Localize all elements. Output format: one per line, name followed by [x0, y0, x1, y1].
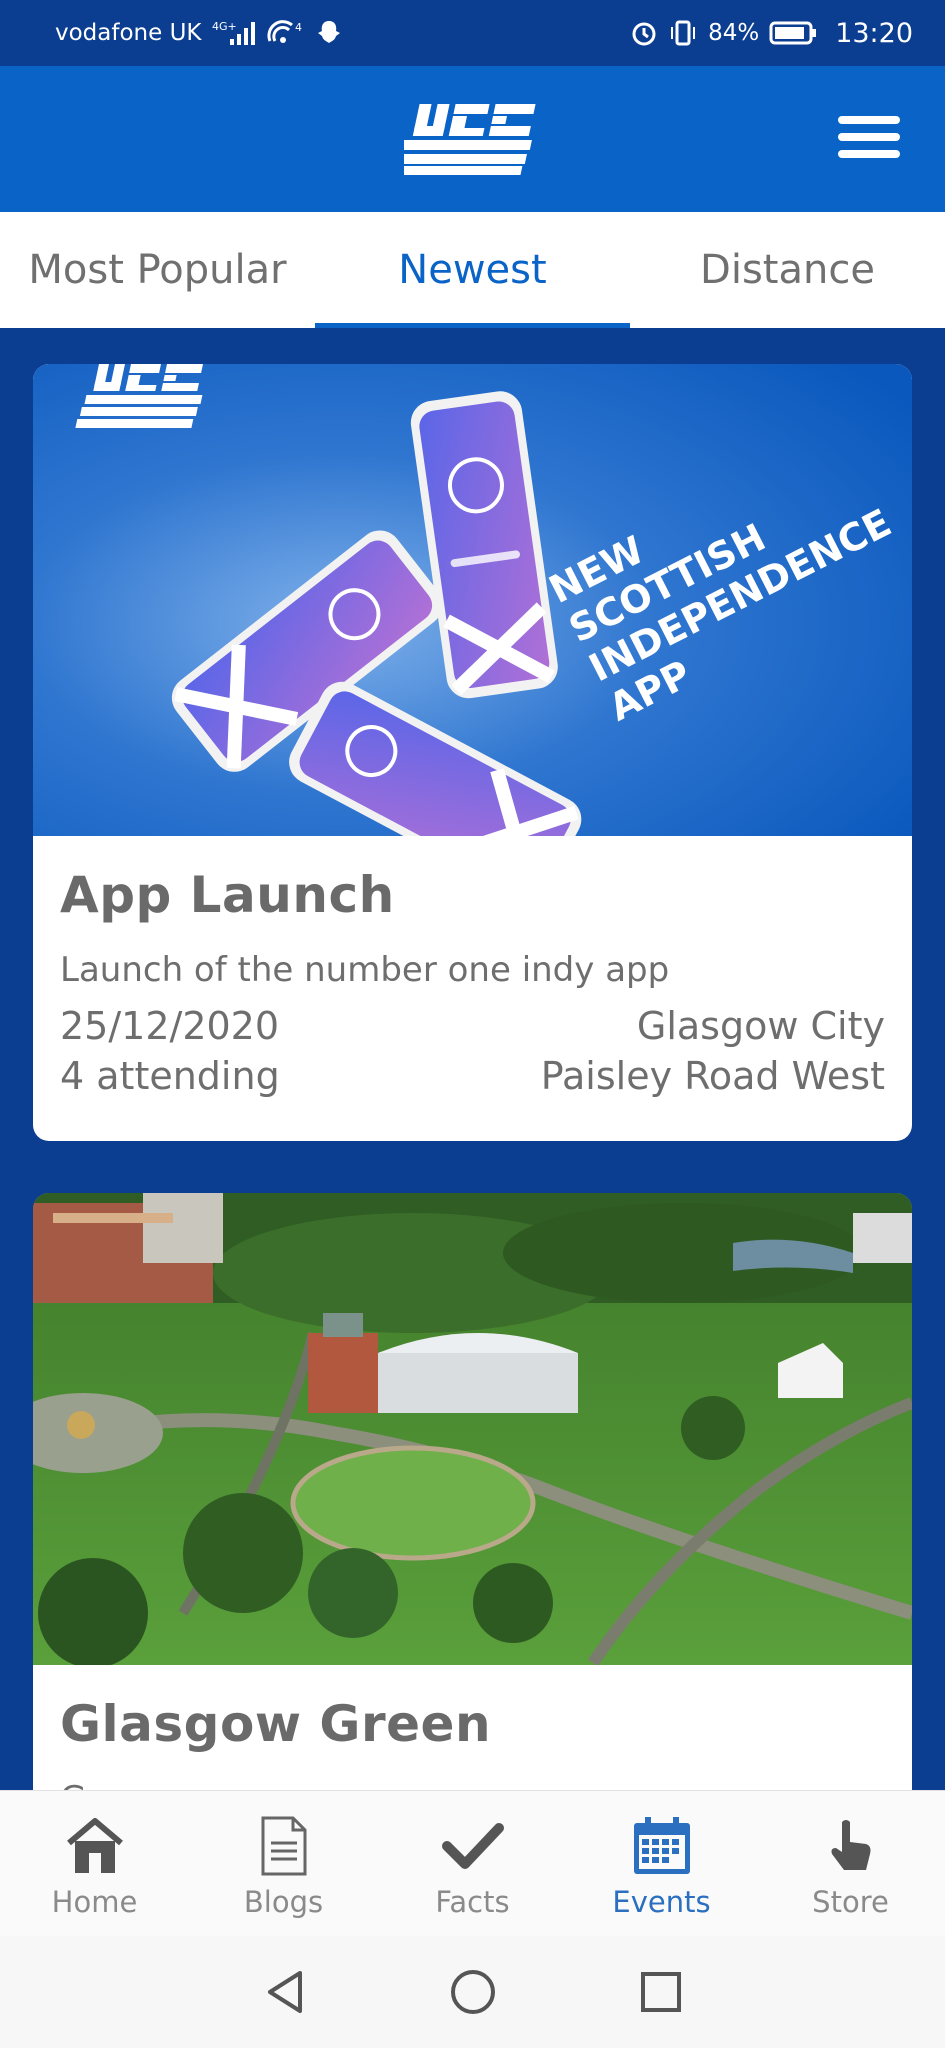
carrier-name: vodafone UK — [55, 20, 202, 46]
tab-most-popular[interactable]: Most Popular — [0, 212, 315, 328]
event-description: Launch of the number one indy app — [60, 950, 670, 990]
event-card[interactable]: NEW SCOTTISH INDEPENDENCE APP App Launch… — [33, 364, 912, 1141]
nav-blogs[interactable]: Blogs — [189, 1791, 378, 1936]
event-street: Paisley Road West — [540, 1054, 885, 1098]
event-row-date: 25/12/2020 Glasgow City — [60, 1004, 885, 1048]
event-city: Glasgow City — [636, 1004, 885, 1048]
vibrate-icon — [668, 19, 698, 47]
calendar-icon — [631, 1813, 693, 1879]
yes-logo[interactable] — [392, 102, 540, 180]
nav-label: Facts — [435, 1885, 510, 1919]
recents-icon[interactable] — [631, 1962, 691, 2022]
event-image — [33, 1193, 912, 1665]
home-circle-icon[interactable] — [443, 1962, 503, 2022]
sort-tabs: Most Popular Newest Distance — [0, 212, 945, 328]
hotspot-badge: 4 — [295, 21, 302, 34]
event-description: G... — [60, 1779, 885, 1790]
status-right: 84% 13:20 — [630, 18, 913, 49]
snapchat-icon — [316, 19, 342, 47]
event-card[interactable]: Glasgow Green G... — [33, 1193, 912, 1790]
document-icon — [259, 1813, 309, 1879]
nav-label: Home — [51, 1885, 138, 1919]
app-header — [0, 66, 945, 212]
nav-label: Store — [812, 1885, 889, 1919]
bottom-navigation: Home Blogs Facts Events Store — [0, 1790, 945, 1936]
clock: 13:20 — [835, 17, 913, 49]
event-image: NEW SCOTTISH INDEPENDENCE APP — [33, 364, 912, 836]
event-row-attending: 4 attending Paisley Road West — [60, 1054, 885, 1098]
system-navigation — [0, 1936, 945, 2048]
nav-label: Blogs — [243, 1885, 324, 1919]
back-icon[interactable] — [255, 1962, 315, 2022]
wifi-hotspot-icon: 4 — [266, 19, 306, 47]
hamburger-icon[interactable] — [838, 116, 900, 164]
nav-facts[interactable]: Facts — [378, 1791, 567, 1936]
event-title: Glasgow Green — [60, 1695, 492, 1753]
event-attending: 4 attending — [60, 1054, 280, 1098]
battery-icon — [769, 20, 817, 46]
check-icon — [441, 1813, 505, 1879]
alarm-icon — [630, 19, 658, 47]
nav-label: Events — [612, 1885, 711, 1919]
nav-home[interactable]: Home — [0, 1791, 189, 1936]
tab-newest[interactable]: Newest — [315, 212, 630, 328]
status-left: vodafone UK 4G+ 4 — [55, 19, 342, 47]
status-bar: vodafone UK 4G+ 4 84% 13:20 — [0, 0, 945, 66]
battery-percent: 84% — [708, 20, 760, 46]
network-type: 4G+ — [212, 20, 237, 33]
home-icon — [65, 1813, 125, 1879]
events-feed[interactable]: NEW SCOTTISH INDEPENDENCE APP App Launch… — [0, 328, 945, 1790]
event-details: App Launch Launch of the number one indy… — [33, 836, 912, 1098]
tab-distance[interactable]: Distance — [630, 212, 945, 328]
event-details: Glasgow Green G... — [33, 1665, 912, 1790]
hand-pointer-icon — [826, 1813, 876, 1879]
event-title: App Launch — [60, 866, 395, 924]
nav-events[interactable]: Events — [567, 1791, 756, 1936]
event-date: 25/12/2020 — [60, 1004, 280, 1048]
signal-icon: 4G+ — [212, 19, 256, 47]
nav-store[interactable]: Store — [756, 1791, 945, 1936]
